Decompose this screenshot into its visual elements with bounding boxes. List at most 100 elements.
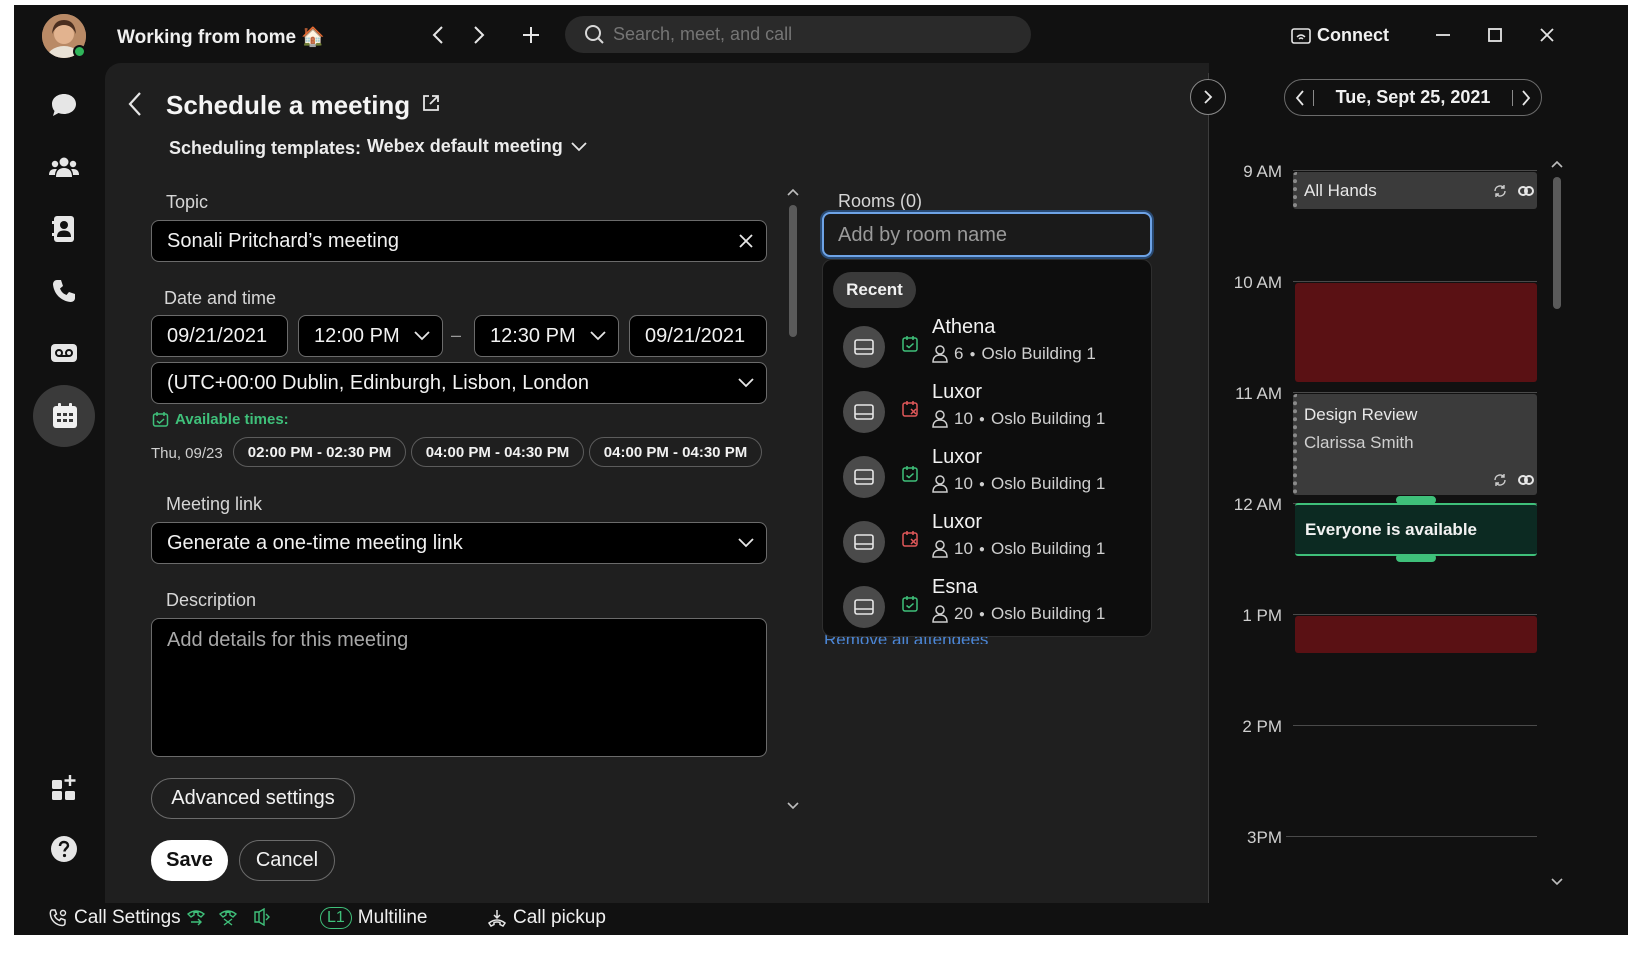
back-arrow-icon[interactable]	[127, 91, 143, 117]
event-all-hands[interactable]: All Hands	[1293, 172, 1537, 209]
calling-icon[interactable]	[42, 269, 86, 313]
search-icon	[584, 24, 605, 45]
room-search-input[interactable]	[838, 223, 1138, 247]
drag-handle-top[interactable]	[1396, 496, 1436, 504]
voicemail-icon[interactable]	[42, 331, 86, 375]
everyone-available-label: Everyone is available	[1305, 520, 1477, 539]
call-status-icons	[186, 908, 270, 926]
room-busy-icon	[901, 530, 919, 548]
popout-icon[interactable]	[421, 93, 441, 113]
topic-field[interactable]: Sonali Pritchard’s meeting	[151, 220, 767, 262]
room-item[interactable]: Athena 6 ● Oslo Building 1	[823, 312, 1153, 376]
start-date-field[interactable]: 09/21/2021	[151, 315, 288, 357]
end-time-value: 12:30 PM	[490, 325, 576, 347]
hour-label: 1 PM	[1242, 606, 1282, 625]
webex-icon	[1518, 184, 1534, 198]
back-icon[interactable]	[426, 23, 450, 47]
room-search-field[interactable]	[822, 212, 1152, 257]
contacts-icon[interactable]	[42, 207, 86, 251]
room-capacity: 10	[954, 474, 973, 493]
everyone-available-block[interactable]: Everyone is available	[1295, 503, 1537, 556]
multiline-button[interactable]: L1 Multiline	[320, 907, 428, 929]
form-scrollbar[interactable]	[785, 185, 801, 817]
rooms-dropdown: Recent Athena 6 ● Oslo Building 1 Luxor …	[822, 259, 1152, 637]
room-available-icon	[901, 335, 919, 353]
description-label: Description	[166, 590, 257, 610]
maximize-icon[interactable]	[1483, 23, 1507, 47]
room-meta: 10 ● Oslo Building 1	[932, 409, 1105, 429]
calendar-nav-active[interactable]	[33, 385, 95, 447]
busy-block	[1295, 283, 1537, 382]
timezone-select[interactable]: (UTC+00:00 Dublin, Edinburgh, Lisbon, Lo…	[151, 362, 767, 404]
room-name: Athena	[932, 316, 996, 338]
plus-icon[interactable]	[519, 23, 543, 47]
next-day-button[interactable]	[1512, 89, 1531, 107]
help-icon[interactable]	[42, 827, 86, 871]
room-meta: 10 ● Oslo Building 1	[932, 539, 1105, 559]
messaging-icon[interactable]	[42, 83, 86, 127]
apps-icon[interactable]	[42, 765, 86, 809]
call-settings-button[interactable]: Call Settings	[48, 907, 181, 929]
advanced-settings-button[interactable]: Advanced settings	[151, 778, 355, 819]
clear-icon[interactable]	[738, 233, 754, 249]
available-slot[interactable]: 04:00 PM - 04:30 PM	[589, 437, 762, 467]
chevron-down-icon	[738, 538, 754, 548]
available-slot[interactable]: 04:00 PM - 04:30 PM	[411, 437, 584, 467]
forward-icon[interactable]	[467, 23, 491, 47]
meeting-link-select[interactable]: Generate a one-time meeting link	[151, 522, 767, 564]
room-building: Oslo Building 1	[990, 539, 1106, 558]
room-item[interactable]: Luxor 10 ● Oslo Building 1	[823, 377, 1153, 441]
line-badge: L1	[320, 907, 352, 929]
start-time-select[interactable]: 12:00 PM	[298, 315, 443, 357]
end-date-field[interactable]: 09/21/2021	[629, 315, 767, 357]
page-title: Schedule a meeting	[166, 90, 411, 120]
phone-settings-icon	[48, 908, 68, 928]
teams-icon[interactable]	[42, 145, 86, 189]
collapse-calendar-button[interactable]	[1190, 79, 1226, 115]
connect-icon	[1291, 27, 1311, 44]
hour-label: 2 PM	[1242, 717, 1282, 736]
hour-label: 3PM	[1247, 828, 1282, 847]
hour-line	[1293, 170, 1537, 171]
save-button[interactable]: Save	[151, 840, 228, 881]
do-not-disturb-icon	[218, 908, 238, 926]
drag-handle-bottom[interactable]	[1396, 554, 1436, 562]
app-window: Working from home 🏠 Connect	[14, 5, 1628, 935]
hour-line	[1293, 392, 1537, 393]
end-time-select[interactable]: 12:30 PM	[474, 315, 619, 357]
end-date-value: 09/21/2021	[645, 325, 746, 347]
template-value: Webex default meeting	[367, 136, 563, 156]
presence-indicator	[73, 45, 86, 58]
description-textarea[interactable]: Add details for this meeting	[151, 618, 767, 757]
room-meta: 10 ● Oslo Building 1	[932, 474, 1105, 494]
cancel-button[interactable]: Cancel	[239, 840, 335, 881]
meeting-link-label: Meeting link	[166, 494, 263, 514]
call-pickup-button[interactable]: Call pickup	[487, 907, 606, 929]
call-audio-icon	[250, 908, 270, 926]
search-bar[interactable]	[565, 16, 1031, 53]
connect-button[interactable]: Connect	[1291, 25, 1389, 46]
calendar-scrollbar[interactable]	[1549, 157, 1565, 893]
status-title[interactable]: Working from home 🏠	[117, 25, 325, 49]
description-placeholder: Add details for this meeting	[167, 629, 409, 651]
recurring-icon	[1493, 473, 1507, 487]
chevron-down-icon	[590, 331, 606, 341]
chevron-down-icon	[571, 141, 587, 152]
prev-day-button[interactable]	[1295, 89, 1314, 107]
meeting-link-value: Generate a one-time meeting link	[167, 532, 463, 554]
search-input[interactable]	[613, 23, 1013, 45]
date-navigator: Tue, Sept 25, 2021	[1284, 79, 1542, 116]
start-time-value: 12:00 PM	[314, 325, 400, 347]
room-building: Oslo Building 1	[981, 344, 1096, 363]
template-dropdown[interactable]: Webex default meeting	[367, 136, 587, 157]
room-item[interactable]: Esna 20 ● Oslo Building 1	[823, 572, 1153, 636]
event-owner: Clarissa Smith	[1304, 433, 1414, 452]
room-item[interactable]: Luxor 10 ● Oslo Building 1	[823, 442, 1153, 506]
close-window-icon[interactable]	[1535, 23, 1559, 47]
minimize-icon[interactable]	[1431, 23, 1455, 47]
event-design-review[interactable]: Design Review Clarissa Smith	[1293, 394, 1537, 495]
room-available-icon	[901, 595, 919, 613]
available-slot[interactable]: 02:00 PM - 02:30 PM	[233, 437, 406, 467]
room-name: Luxor	[932, 446, 983, 468]
room-item[interactable]: Luxor 10 ● Oslo Building 1	[823, 507, 1153, 571]
